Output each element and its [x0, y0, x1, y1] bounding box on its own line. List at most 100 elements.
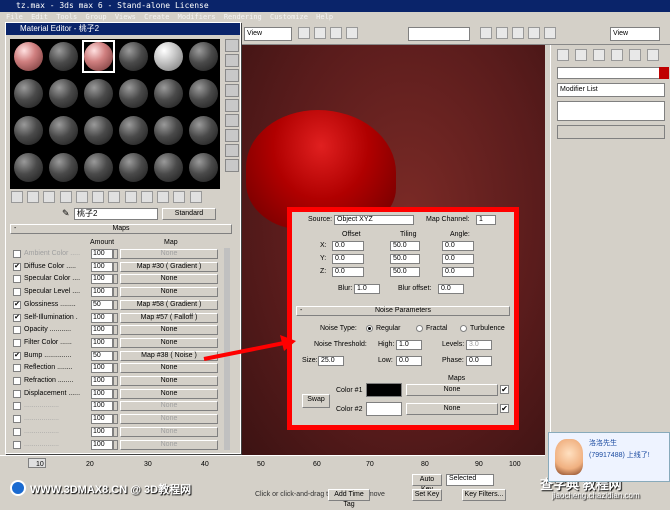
map-slot-button[interactable]: None	[120, 388, 218, 399]
menu-customize[interactable]: Customize	[270, 12, 308, 23]
blur-offset-field[interactable]: 0.0	[438, 284, 464, 294]
chat-notification[interactable]: 洛洛先生 (79917488) 上线了!	[548, 432, 670, 482]
map-slot-button[interactable]: None	[120, 376, 218, 386]
color1-map-button[interactable]: None	[406, 384, 498, 396]
amount-spinner[interactable]: 100	[91, 439, 113, 450]
blur-field[interactable]: 1.0	[354, 284, 380, 294]
spinner-arrows-icon[interactable]	[113, 401, 118, 412]
sample-slot-active[interactable]	[84, 42, 113, 71]
reference-coord-select[interactable]: View	[244, 27, 292, 41]
amount-spinner[interactable]: 100	[91, 401, 113, 412]
timeline[interactable]: 10 20 30 40 50 60 70 80 90 100	[0, 455, 545, 469]
utilities-tab-icon[interactable]	[647, 49, 659, 61]
sample-slot[interactable]	[49, 42, 78, 71]
color1-swatch[interactable]	[366, 383, 402, 397]
radio-turbulence[interactable]	[460, 325, 467, 332]
angle-x-field[interactable]: 0.0	[442, 241, 474, 251]
key-filters-button[interactable]: Key Filters...	[462, 489, 506, 501]
map-slot-button[interactable]: None	[120, 287, 218, 298]
spinner-arrows-icon[interactable]	[113, 249, 118, 259]
radio-regular[interactable]	[366, 325, 373, 332]
phase-field[interactable]: 0.0	[466, 356, 492, 366]
noise-parameters-header[interactable]: - Noise Parameters	[296, 306, 510, 316]
mirror-icon[interactable]	[480, 27, 492, 39]
assign-material-icon[interactable]	[43, 191, 56, 203]
map-enable-checkbox[interactable]	[13, 338, 21, 347]
sample-slot[interactable]	[154, 42, 183, 71]
map-enable-checkbox[interactable]: ✔	[13, 300, 21, 309]
map-enable-checkbox[interactable]: ✔	[13, 313, 21, 322]
swap-button[interactable]: Swap	[302, 394, 330, 408]
show-map-in-viewport-icon[interactable]	[140, 191, 153, 203]
spinner-arrows-icon[interactable]	[113, 350, 118, 361]
amount-spinner[interactable]: 100	[91, 287, 113, 298]
select-icon[interactable]	[298, 27, 310, 39]
map-enable-checkbox[interactable]	[13, 402, 21, 411]
sample-slot[interactable]	[14, 42, 43, 71]
sample-slot[interactable]	[154, 153, 183, 182]
selected-select[interactable]: Selected	[446, 474, 494, 486]
modifier-list-select[interactable]: Modifier List	[557, 83, 665, 97]
map-slot-button[interactable]: None	[120, 401, 218, 412]
map-enable-checkbox[interactable]	[13, 440, 21, 449]
hierarchy-tab-icon[interactable]	[593, 49, 605, 61]
add-time-tag-button[interactable]: Add Time Tag	[328, 489, 370, 508]
angle-y-field[interactable]: 0.0	[442, 254, 474, 264]
spinner-arrows-icon[interactable]	[113, 312, 118, 323]
color2-map-button[interactable]: None	[406, 403, 498, 415]
levels-field[interactable]: 3.0	[466, 340, 492, 350]
sample-slot[interactable]	[189, 153, 218, 182]
rotate-icon[interactable]	[330, 27, 342, 39]
amount-spinner[interactable]: 50	[91, 350, 113, 361]
spinner-arrows-icon[interactable]	[113, 363, 118, 374]
map-enable-checkbox[interactable]	[13, 415, 21, 424]
radio-fractal[interactable]	[416, 325, 423, 332]
display-tab-icon[interactable]	[629, 49, 641, 61]
sample-slot[interactable]	[119, 153, 148, 182]
map-enable-checkbox[interactable]	[13, 427, 21, 436]
background-icon[interactable]	[225, 69, 239, 82]
map-enable-checkbox[interactable]: ✔	[13, 262, 21, 271]
color2-map-checkbox[interactable]: ✔	[500, 404, 509, 413]
object-color-swatch[interactable]	[659, 67, 669, 79]
amount-spinner[interactable]: 100	[91, 274, 113, 285]
sample-slot[interactable]	[154, 79, 183, 108]
map-slot-button[interactable]: None	[120, 249, 218, 259]
copy-material-icon[interactable]	[75, 191, 88, 203]
spinner-arrows-icon[interactable]	[113, 337, 118, 348]
motion-tab-icon[interactable]	[611, 49, 623, 61]
material-name-field[interactable]: 桃子2	[74, 208, 158, 220]
sample-slot[interactable]	[14, 79, 43, 108]
map-enable-checkbox[interactable]	[13, 288, 21, 297]
tiling-z-field[interactable]: 50.0	[390, 267, 420, 277]
modifier-stack[interactable]	[557, 101, 665, 121]
spinner-arrows-icon[interactable]	[113, 299, 118, 310]
menu-help[interactable]: Help	[316, 12, 333, 23]
spinner-arrows-icon[interactable]	[113, 325, 118, 336]
size-field[interactable]: 25.0	[318, 356, 344, 366]
amount-spinner[interactable]: 100	[91, 249, 113, 259]
spinner-arrows-icon[interactable]	[113, 426, 118, 437]
map-slot-button[interactable]: Map #58 ( Gradient )	[120, 299, 218, 310]
amount-spinner[interactable]: 100	[91, 312, 113, 323]
object-name-field[interactable]	[557, 67, 665, 79]
go-to-parent-icon[interactable]	[173, 191, 186, 203]
low-field[interactable]: 0.0	[396, 356, 422, 366]
create-tab-icon[interactable]	[557, 49, 569, 61]
sample-type-icon[interactable]	[225, 39, 239, 52]
render-view-select[interactable]: View	[610, 27, 660, 41]
source-select[interactable]: Object XYZ	[334, 215, 414, 225]
color1-map-checkbox[interactable]: ✔	[500, 385, 509, 394]
map-enable-checkbox[interactable]	[13, 389, 21, 398]
teapot-icon[interactable]	[544, 27, 556, 39]
amount-spinner[interactable]: 100	[91, 363, 113, 374]
sample-slot[interactable]	[189, 79, 218, 108]
curve-editor-icon[interactable]	[512, 27, 524, 39]
sample-slot[interactable]	[84, 153, 113, 182]
put-to-library-icon[interactable]	[108, 191, 121, 203]
reset-map-icon[interactable]	[59, 191, 72, 203]
map-enable-checkbox[interactable]	[13, 326, 21, 335]
show-end-result-icon[interactable]	[157, 191, 170, 203]
amount-spinner[interactable]: 100	[91, 325, 113, 336]
map-channel-field[interactable]: 1	[476, 215, 496, 225]
